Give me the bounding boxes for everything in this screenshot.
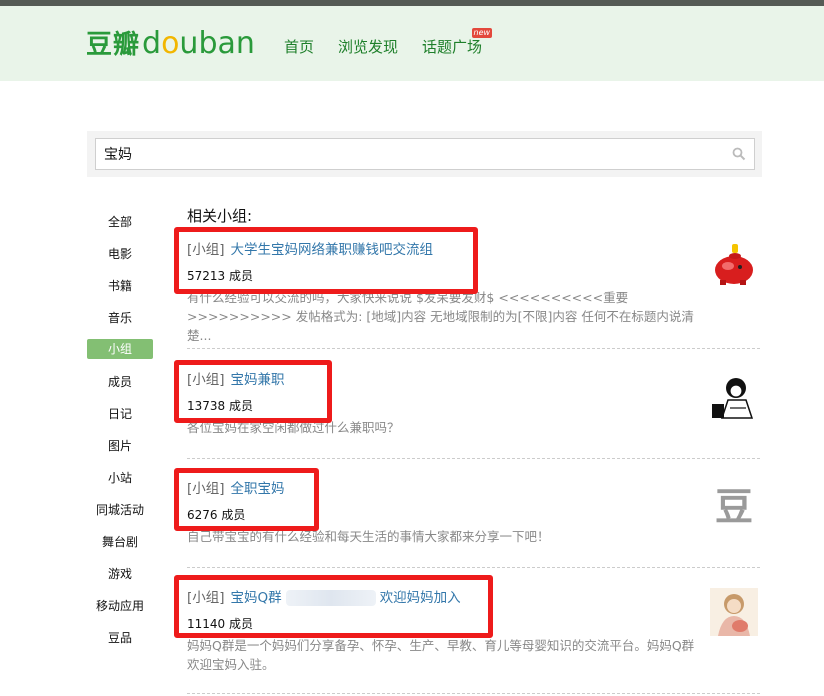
sidebar-item-book[interactable]: 书籍: [87, 269, 153, 301]
sidebar-item-all[interactable]: 全部: [87, 205, 153, 237]
sidebar-item-member[interactable]: 成员: [87, 365, 153, 397]
sidebar-item-goods[interactable]: 豆品: [87, 621, 153, 653]
cartoon-mom-thumbnail[interactable]: [710, 374, 758, 422]
search-box: [95, 138, 755, 170]
default-group-thumbnail[interactable]: 豆: [710, 479, 758, 529]
sidebar-item-group[interactable]: 小组: [87, 333, 153, 365]
sidebar-item-movie[interactable]: 电影: [87, 237, 153, 269]
sidebar-item-diary[interactable]: 日记: [87, 397, 153, 429]
divider: [187, 567, 760, 568]
nav-explore[interactable]: 浏览发现: [338, 36, 398, 57]
sidebar-item-site[interactable]: 小站: [87, 461, 153, 493]
result-desc: 妈妈Q群是一个妈妈们分享备孕、怀孕、生产、早教、育儿等母婴知识的交流平台。妈妈Q…: [187, 638, 695, 672]
sidebar-item-event[interactable]: 同城活动: [87, 493, 153, 525]
divider: [187, 458, 760, 459]
highlight-box: [174, 468, 319, 531]
nav-topics[interactable]: 话题广场 new: [422, 28, 493, 57]
highlight-box: [174, 575, 493, 638]
divider: [187, 348, 760, 349]
highlight-box: [174, 360, 332, 423]
sidebar-item-game[interactable]: 游戏: [87, 557, 153, 589]
new-badge: new: [471, 28, 493, 38]
logo-cn: 豆瓣: [86, 30, 141, 60]
illustration-girl-thumbnail[interactable]: [710, 588, 758, 636]
divider: [187, 693, 760, 694]
piggy-bank-thumbnail[interactable]: [710, 240, 758, 288]
search-bar: [87, 131, 762, 177]
result-desc: 有什么经验可以交流的吗，大家快来说说 $发呆要发财$ <<<<<<<<<<重要>…: [187, 290, 694, 343]
logo-en: douban: [142, 26, 255, 61]
sidebar-item-drama[interactable]: 舞台剧: [87, 525, 153, 557]
sidebar-item-music[interactable]: 音乐: [87, 301, 153, 333]
category-sidebar: 全部 电影 书籍 音乐 小组 成员 日记 图片 小站 同城活动 舞台剧 游戏 移…: [87, 205, 153, 653]
search-input[interactable]: [96, 139, 716, 169]
sidebar-item-app[interactable]: 移动应用: [87, 589, 153, 621]
douban-logo[interactable]: 豆瓣 douban: [86, 24, 255, 68]
sidebar-item-photo[interactable]: 图片: [87, 429, 153, 461]
results-panel: 相关小组: [小组] 大学生宝妈网络兼职赚钱吧交流组 57213 成员 有什么经验…: [187, 205, 762, 694]
main-menu: 首页 浏览发现 话题广场 new: [284, 28, 493, 57]
results-title: 相关小组:: [187, 207, 253, 225]
nav-home[interactable]: 首页: [284, 36, 314, 57]
header-nav: 豆瓣 douban 首页 浏览发现 话题广场 new: [0, 6, 824, 81]
highlight-box: [174, 227, 478, 294]
search-icon[interactable]: [732, 147, 746, 161]
